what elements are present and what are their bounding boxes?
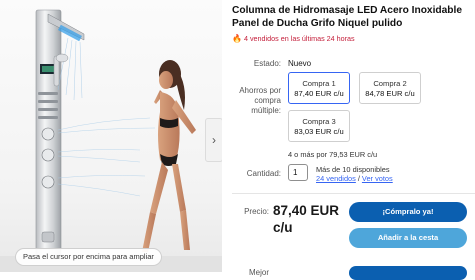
link-separator: / xyxy=(357,174,360,183)
condition-label: Estado: xyxy=(253,59,281,68)
option-price: 83,03 EUR c/u xyxy=(294,127,344,136)
fire-icon: 🔥 xyxy=(232,34,242,43)
listing-title: Columna de Hidromasaje LED Acero Inoxida… xyxy=(232,5,463,29)
quantity-input[interactable]: 1 xyxy=(288,164,308,181)
condition-value: Nuevo xyxy=(288,59,312,68)
option-name: Compra 2 xyxy=(373,79,407,88)
bulk-discount-text: 4 o más por 79,53 EUR c/u xyxy=(288,150,378,159)
next-image-button[interactable]: › xyxy=(205,118,222,162)
section-divider xyxy=(232,193,475,194)
option-price: 84,78 EUR c/u xyxy=(365,89,415,98)
ratings-link[interactable]: Ver votos xyxy=(362,174,393,183)
multi-buy-option-3[interactable]: Compra 3 83,03 EUR c/u xyxy=(288,110,350,142)
option-name: Compra 3 xyxy=(302,117,336,126)
best-offer-label: Mejor xyxy=(248,268,269,277)
product-image-gallery[interactable]: › Pasa el cursor por encima para ampliar xyxy=(0,0,222,272)
availability-info: Más de 10 disponibles 24 vendidos / Ver vo… xyxy=(316,165,393,183)
option-name: Compra 1 xyxy=(302,79,336,88)
quantity-label: Cantidad: xyxy=(246,169,281,178)
price-value: 87,40 EUR c/u xyxy=(273,203,340,235)
price-label: Precio: xyxy=(244,207,269,216)
multi-buy-option-2[interactable]: Compra 2 84,78 EUR c/u xyxy=(359,72,421,104)
available-count: Más de 10 disponibles xyxy=(316,165,390,174)
sold-count-text: 4 vendidos en las últimas 24 horas xyxy=(243,34,355,43)
sold-count-link[interactable]: 24 vendidos xyxy=(316,174,356,183)
add-to-cart-button[interactable]: Añadir a la cesta xyxy=(349,228,467,248)
sold-count-notice: 🔥 4 vendidos en las últimas 24 horas xyxy=(232,34,355,43)
product-photo-illustration xyxy=(0,9,222,272)
multi-buy-label: Ahorros por compra múltiple: xyxy=(239,86,281,115)
zoom-hint: Pasa el cursor por encima para ampliar xyxy=(15,248,162,266)
make-offer-button[interactable] xyxy=(349,266,467,280)
product-photo[interactable] xyxy=(0,0,222,272)
option-price: 87,40 EUR c/u xyxy=(294,89,344,98)
multi-buy-option-1[interactable]: Compra 1 87,40 EUR c/u xyxy=(288,72,350,104)
buy-now-button[interactable]: ¡Cómpralo ya! xyxy=(349,202,467,222)
